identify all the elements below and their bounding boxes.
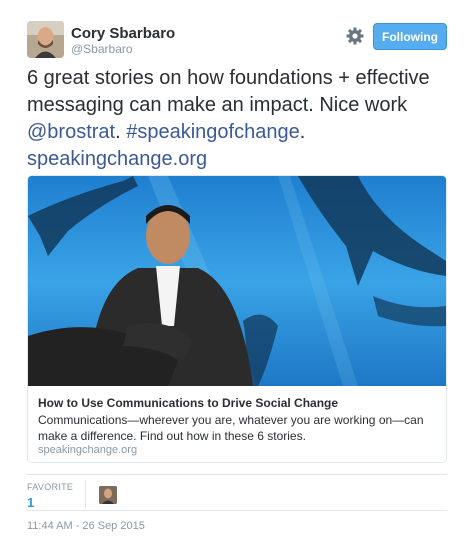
author-avatar[interactable] <box>27 21 64 58</box>
author-name[interactable]: Cory Sbarbaro <box>71 25 175 42</box>
author-handle[interactable]: @Sbarbaro <box>71 42 133 56</box>
mention-link[interactable]: @brostrat <box>27 121 115 143</box>
tweet-text-part2: . <box>115 121 127 143</box>
link-card[interactable]: How to Use Communications to Drive Socia… <box>27 175 447 463</box>
gear-icon[interactable] <box>345 26 365 46</box>
stats-divider-bottom <box>27 510 447 511</box>
favoriter-avatar[interactable] <box>99 486 117 504</box>
tweet-text-part3: . <box>299 121 306 143</box>
tweet-text-part1: 6 great stories on how foundations + eff… <box>27 67 430 116</box>
tweet-text: 6 great stories on how foundations + eff… <box>27 65 452 173</box>
following-button[interactable]: Following <box>373 23 447 50</box>
card-image[interactable] <box>28 176 446 386</box>
card-description: Communications—wherever you are, whateve… <box>38 413 424 443</box>
card-domain[interactable]: speakingchange.org <box>38 444 137 456</box>
card-title[interactable]: How to Use Communications to Drive Socia… <box>38 396 338 410</box>
tweet-timestamp[interactable]: 11:44 AM - 26 Sep 2015 <box>27 520 145 532</box>
favorite-count[interactable]: 1 <box>27 495 34 510</box>
stats-divider-top <box>27 474 447 475</box>
tweet-header: Cory Sbarbaro @Sbarbaro Following <box>27 21 447 61</box>
favorite-label: FAVORITE <box>27 482 74 492</box>
url-link[interactable]: speakingchange.org <box>27 148 207 170</box>
stats-separator <box>85 480 86 508</box>
hashtag-link[interactable]: #speakingofchange <box>126 121 299 143</box>
tweet-stats: FAVORITE 1 <box>27 476 447 510</box>
